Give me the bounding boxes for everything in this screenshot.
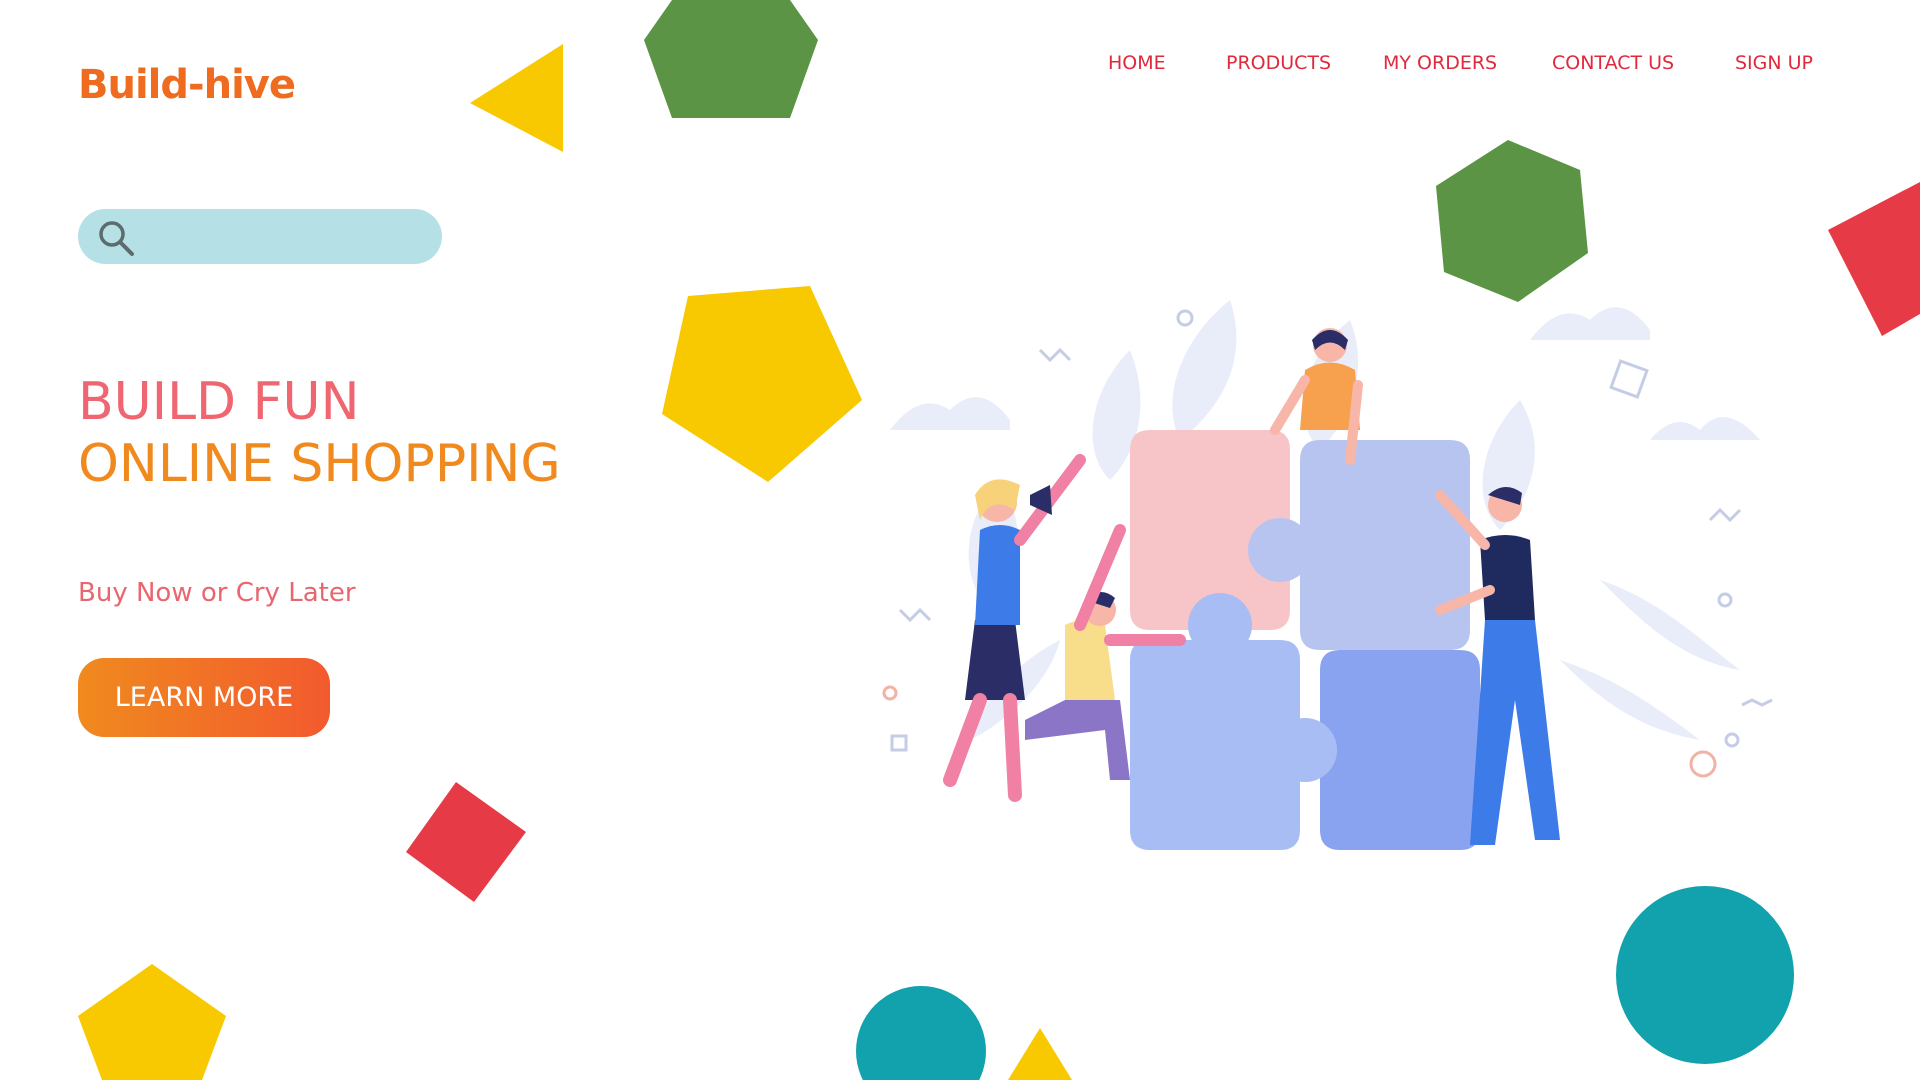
decorative-yellow-pentagon-bottom: [78, 964, 226, 1080]
search-icon[interactable]: [96, 218, 136, 258]
decorative-yellow-triangle-top: [470, 44, 563, 152]
search-bar[interactable]: [78, 209, 442, 264]
person-with-megaphone: [943, 454, 1086, 802]
hero-headline-line1: BUILD FUN: [78, 372, 360, 432]
nav-home-link[interactable]: HOME: [1108, 52, 1166, 74]
landing-page: Build-hive HOME PRODUCTS MY ORDERS CONTA…: [0, 0, 1920, 1080]
decorative-green-hexagon-top: [644, 0, 818, 118]
nav-products-link[interactable]: PRODUCTS: [1226, 52, 1331, 74]
team-puzzle-illustration: [882, 300, 1773, 850]
decorative-yellow-pentagon-middle: [662, 286, 862, 482]
nav-contact-us-link[interactable]: CONTACT US: [1552, 52, 1674, 74]
nav-my-orders-link[interactable]: MY ORDERS: [1383, 52, 1497, 74]
decorative-yellow-triangle-bottom: [1008, 1028, 1072, 1080]
hero-headline-line2: ONLINE SHOPPING: [78, 434, 561, 494]
nav-sign-up-link[interactable]: SIGN UP: [1735, 52, 1813, 74]
decorative-teal-circle-right: [1616, 886, 1794, 1064]
decorative-red-square-right: [1828, 182, 1920, 336]
learn-more-button[interactable]: LEARN MORE: [78, 658, 330, 737]
brand-logo[interactable]: Build-hive: [78, 62, 296, 108]
search-input[interactable]: [150, 217, 424, 257]
decorative-teal-circle-bottom: [856, 986, 986, 1080]
decorative-red-square-left: [406, 782, 526, 902]
hero-tagline: Buy Now or Cry Later: [78, 578, 356, 608]
